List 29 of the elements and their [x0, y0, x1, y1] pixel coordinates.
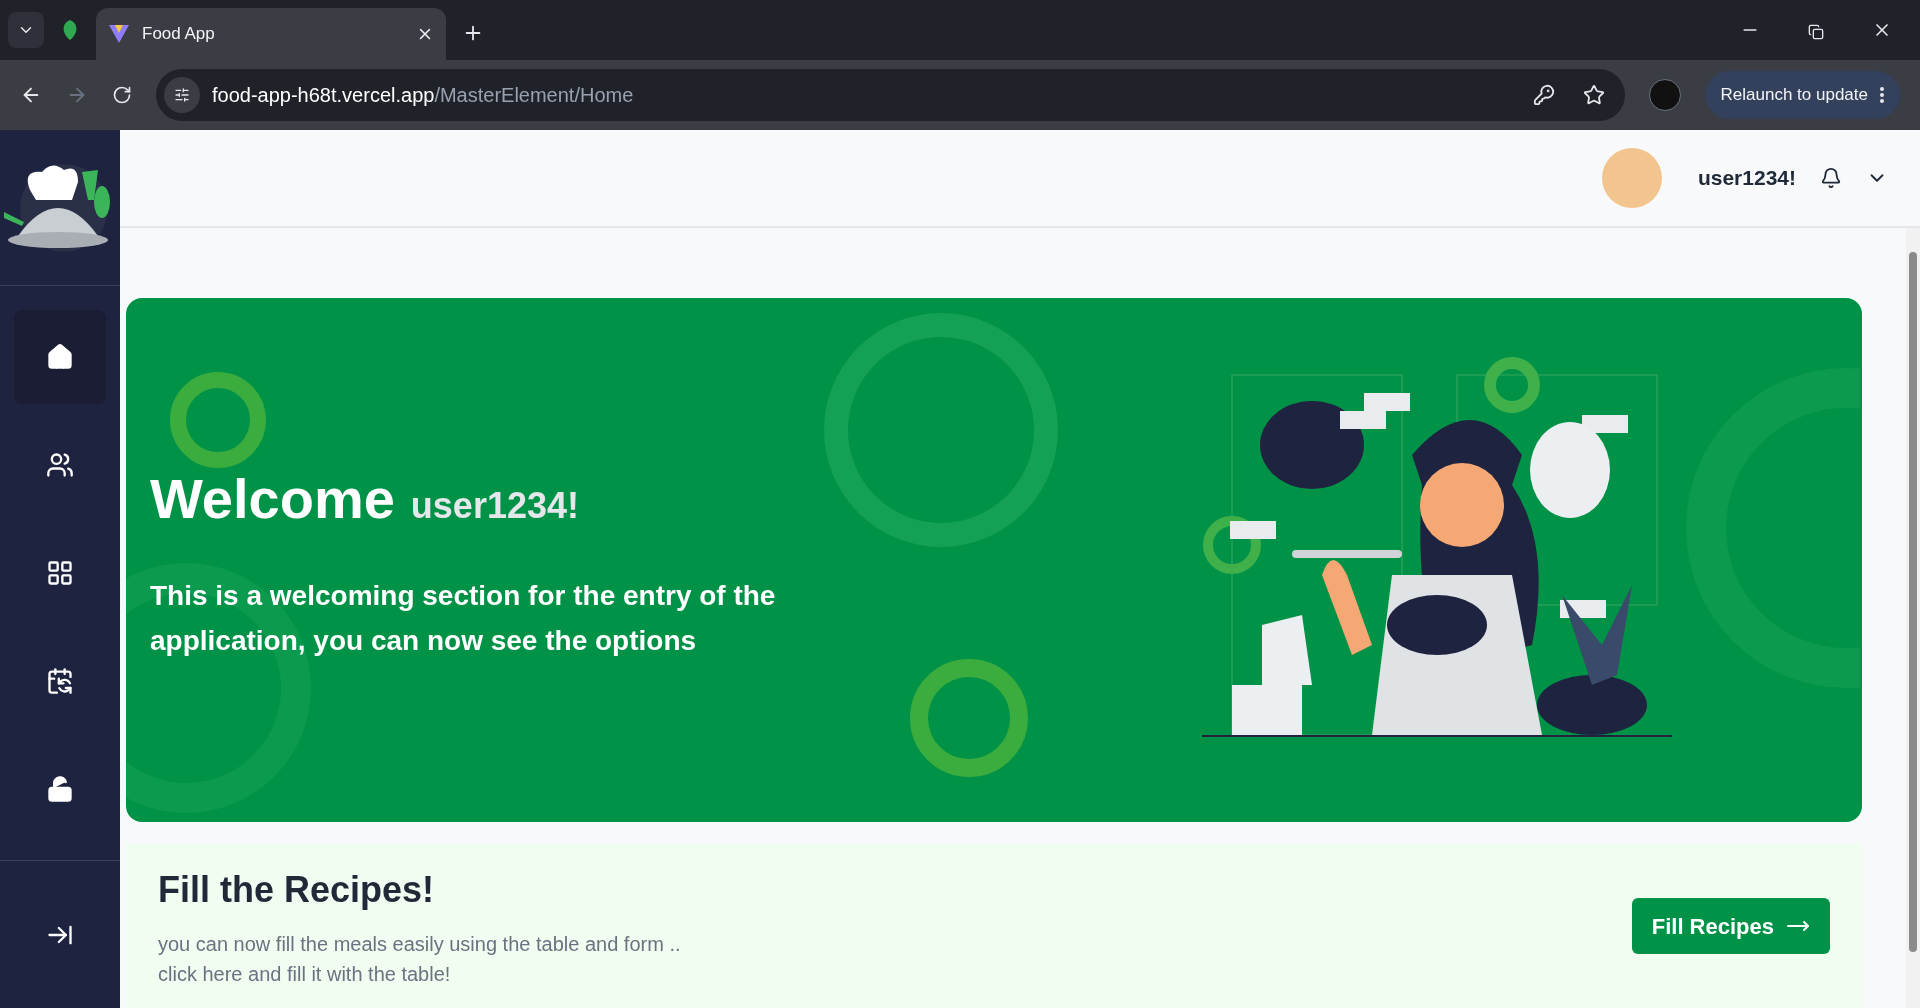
- welcome-description: This is a welcoming section for the entry of the application, you can now see the options: [150, 579, 777, 658]
- card-description-line: click here and fill it with the table!: [158, 962, 452, 987]
- fill-recipes-button[interactable]: Fill Recipes: [1631, 898, 1830, 954]
- header-username: user1234!: [1697, 165, 1796, 192]
- unlocked-padlock-icon: [46, 775, 74, 803]
- bookmark-star-icon[interactable]: [1582, 84, 1605, 106]
- card-title: Fill the Recipes!: [158, 868, 436, 912]
- calendar-icon: [46, 667, 74, 695]
- home-icon: [46, 343, 74, 371]
- key-icon[interactable]: [1532, 84, 1555, 106]
- restore-icon[interactable]: [1808, 24, 1824, 40]
- notification-bell-icon[interactable]: [1820, 167, 1842, 189]
- welcome-title: Welcome: [150, 466, 395, 532]
- grid-icon: [46, 559, 74, 587]
- users-icon: [46, 451, 74, 479]
- sidebar-nav-item[interactable]: [14, 310, 106, 404]
- profile-avatar[interactable]: [1648, 79, 1681, 111]
- scrollbar[interactable]: [1906, 228, 1920, 1008]
- welcome-username: user1234!: [410, 484, 579, 528]
- address-bar[interactable]: food-app-h68t.vercel.app/MasterElement/Home: [156, 69, 1625, 121]
- card-description-line: you can now fill the meals easily using the table and form ..: [158, 932, 682, 957]
- more-options-icon: [1880, 87, 1884, 103]
- url-text: food-app-h68t.vercel.app/MasterElement/Home: [212, 83, 635, 108]
- browser-tab[interactable]: Food App: [96, 8, 446, 60]
- reload-icon[interactable]: [112, 85, 132, 105]
- triangle-logo-icon: [108, 24, 130, 44]
- relaunch-button[interactable]: Relaunch to update: [1704, 71, 1900, 119]
- tab-search-button[interactable]: [8, 12, 44, 48]
- site-settings-icon[interactable]: [164, 77, 200, 113]
